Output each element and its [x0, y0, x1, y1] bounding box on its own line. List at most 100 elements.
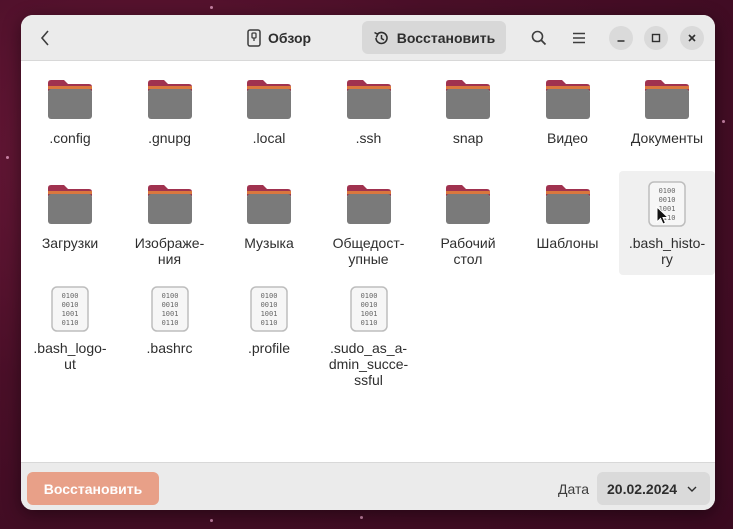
maximize-icon — [651, 33, 661, 43]
svg-text:1001: 1001 — [360, 310, 377, 318]
binary-file-icon: 0100001010010110 — [242, 282, 296, 336]
item-label: Общедост- упные — [332, 235, 405, 267]
restore-button[interactable]: Восстановить — [27, 472, 159, 505]
maximize-button[interactable] — [644, 26, 668, 50]
svg-text:1001: 1001 — [62, 310, 79, 318]
file-item[interactable]: 0100 0010 1001 0110 .bashrc — [122, 282, 218, 356]
folder-icon — [640, 72, 694, 126]
back-button[interactable] — [31, 24, 59, 52]
date-label: Дата — [558, 481, 590, 497]
item-label: .bash_logo- ut — [33, 340, 107, 372]
svg-text:0110: 0110 — [62, 319, 79, 327]
folder-item[interactable]: Рабочий стол — [420, 177, 516, 267]
item-label: Видео — [547, 130, 588, 146]
folder-icon — [143, 177, 197, 231]
folder-icon — [43, 177, 97, 231]
item-label: Рабочий стол — [440, 235, 496, 267]
item-label: .local — [252, 130, 286, 146]
folder-icon — [43, 72, 97, 126]
binary-file-icon: 0100001010010110 — [342, 282, 396, 336]
item-label: Изображе- ния — [134, 235, 205, 267]
svg-text:0010: 0010 — [360, 301, 377, 309]
item-label: snap — [452, 130, 484, 146]
folder-item[interactable]: Музыка — [221, 177, 317, 251]
mouse-cursor-icon — [656, 206, 670, 225]
svg-text:0010: 0010 — [161, 301, 178, 309]
folder-icon — [541, 72, 595, 126]
folder-icon — [242, 177, 296, 231]
folder-icon — [541, 177, 595, 231]
svg-text:0010: 0010 — [261, 301, 278, 309]
header-bar: Обзор Восстановить — [21, 15, 715, 61]
background-star — [6, 156, 9, 159]
svg-text:0110: 0110 — [261, 319, 278, 327]
item-label: .config — [49, 130, 91, 146]
chevron-left-icon — [40, 30, 49, 46]
svg-text:0010: 0010 — [62, 301, 79, 309]
binary-file-icon: 0100001010010110 — [43, 282, 97, 336]
item-label: .bash_histo- ry — [628, 235, 706, 267]
svg-text:0100: 0100 — [161, 292, 178, 300]
action-bar: Восстановить Дата 20.02.2024 — [21, 462, 715, 510]
item-label: .sudo_as_a- dmin_succe- ssful — [328, 340, 409, 388]
item-label: .gnupg — [148, 130, 191, 146]
folder-item[interactable]: Шаблоны — [520, 177, 616, 251]
title-label: Обзор — [268, 30, 312, 46]
folder-item[interactable]: Загрузки — [22, 177, 118, 251]
item-label: .bashrc — [146, 340, 193, 356]
svg-text:0010: 0010 — [659, 196, 676, 204]
folder-icon — [342, 177, 396, 231]
svg-text:0100: 0100 — [659, 187, 676, 195]
svg-text:0100: 0100 — [62, 292, 79, 300]
restore-toggle-label: Восстановить — [396, 29, 496, 46]
folder-item[interactable]: Изображе- ния — [122, 177, 218, 267]
svg-text:1001: 1001 — [161, 310, 178, 318]
background-star — [360, 516, 363, 519]
binary-file-icon: 0100001010010110 — [143, 282, 197, 336]
svg-text:0100: 0100 — [360, 292, 377, 300]
folder-item[interactable]: .gnupg — [122, 72, 218, 146]
minimize-icon — [617, 40, 625, 42]
search-button[interactable] — [525, 24, 553, 52]
chevron-down-icon — [687, 486, 697, 492]
folder-item[interactable]: Видео — [520, 72, 616, 146]
trash-location-icon — [247, 29, 261, 47]
background-star — [722, 120, 725, 123]
background-star — [210, 519, 213, 522]
svg-text:0110: 0110 — [360, 319, 377, 327]
file-item[interactable]: 0100 0010 1001 0110 .sudo_as_a- dmin_succe- … — [321, 282, 417, 388]
window-title: Обзор — [247, 27, 311, 49]
file-item[interactable]: 0100 0010 1001 0110 .bash_logo- ut — [22, 282, 118, 372]
item-label: Шаблоны — [536, 235, 599, 251]
svg-text:0100: 0100 — [261, 292, 278, 300]
folder-icon — [441, 177, 495, 231]
folder-item[interactable]: Документы — [619, 72, 715, 146]
item-label: .ssh — [355, 130, 382, 146]
history-icon — [373, 31, 388, 44]
background-star — [210, 6, 213, 9]
close-icon — [688, 34, 696, 42]
svg-text:1001: 1001 — [261, 310, 278, 318]
menu-button[interactable] — [565, 24, 593, 52]
folder-item[interactable]: Общедост- упные — [321, 177, 417, 267]
folder-item[interactable]: .local — [221, 72, 317, 146]
folder-icon — [342, 72, 396, 126]
file-item[interactable]: 0100 0010 1001 0110 .profile — [221, 282, 317, 356]
minimize-button[interactable] — [609, 26, 633, 50]
restore-toggle-button[interactable]: Восстановить — [362, 21, 506, 54]
hamburger-menu-icon — [573, 32, 585, 44]
folder-item[interactable]: snap — [420, 72, 516, 146]
close-button[interactable] — [680, 26, 704, 50]
folder-item[interactable]: .config — [22, 72, 118, 146]
item-label: .profile — [247, 340, 291, 356]
folder-icon — [242, 72, 296, 126]
item-label: Документы — [630, 130, 704, 146]
file-grid: .config .gnupg .local .ssh snap Видео Документ… — [21, 62, 715, 462]
date-value: 20.02.2024 — [607, 480, 678, 497]
folder-item[interactable]: .ssh — [321, 72, 417, 146]
search-icon — [531, 30, 547, 46]
date-picker[interactable]: 20.02.2024 — [597, 472, 710, 505]
folder-icon — [143, 72, 197, 126]
folder-icon — [441, 72, 495, 126]
file-manager-window: Обзор Восстановить .config .gnupg .local… — [21, 15, 715, 510]
